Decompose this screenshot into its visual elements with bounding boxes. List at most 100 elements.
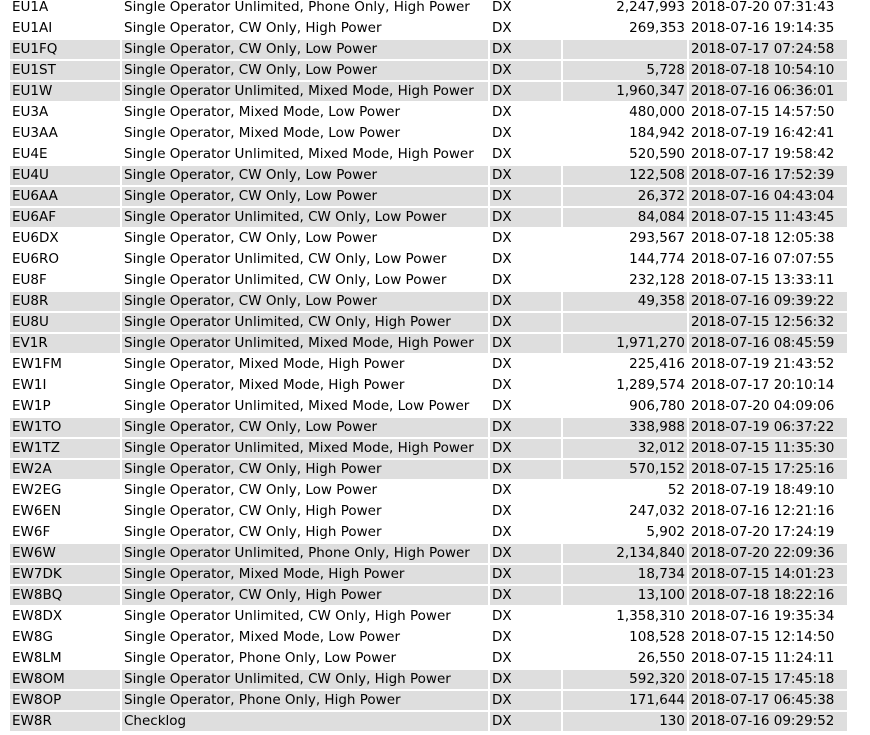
timestamp-cell: 2018-07-15 12:56:32 [689, 313, 847, 332]
score-cell: 1,971,270 [563, 334, 687, 353]
score-cell: 49,358 [563, 292, 687, 311]
score-cell: 52 [667, 482, 685, 498]
table-row: EU3A Single Operator, Mixed Mode, Low Pow… [10, 103, 847, 122]
callsign-cell: EW8OP [10, 691, 120, 710]
callsign-cell: EU3AA [12, 125, 58, 141]
category-cell: Single Operator, CW Only, High Power [122, 586, 488, 605]
category-cell: Single Operator, Mixed Mode, Low Power [124, 104, 400, 120]
score-cell: 225,416 [629, 356, 685, 372]
score-cell: 26,372 [563, 187, 687, 206]
log-table-body: EU1A Single Operator Unlimited, Phone Onl… [10, 0, 847, 731]
table-row: EU1A Single Operator Unlimited, Phone Onl… [10, 0, 847, 17]
table-row: EW8BQ Single Operator, CW Only, High Powe… [10, 586, 847, 605]
table-row: EW6F Single Operator, CW Only, High Power… [10, 523, 847, 542]
timestamp-cell: 2018-07-15 14:01:23 [689, 565, 847, 584]
score-cell: 108,528 [629, 629, 685, 645]
score-cell: 338,988 [563, 418, 687, 437]
timestamp-cell: 2018-07-18 12:05:38 [691, 230, 835, 246]
table-row: EU8U Single Operator Unlimited, CW Only, … [10, 313, 847, 332]
location-cell: DX [492, 230, 512, 246]
timestamp-cell: 2018-07-15 13:33:11 [691, 272, 835, 288]
table-row: EU4U Single Operator, CW Only, Low Power D… [10, 166, 847, 185]
table-row: EU6RO Single Operator Unlimited, CW Only,… [10, 250, 847, 269]
score-cell: 906,780 [629, 398, 685, 414]
callsign-cell: EW8R [10, 712, 120, 731]
callsign-cell: EW6EN [12, 503, 62, 519]
callsign-cell: EU1A [12, 0, 49, 15]
timestamp-cell: 2018-07-16 07:07:55 [691, 251, 835, 267]
timestamp-cell: 2018-07-16 19:14:35 [691, 20, 835, 36]
category-cell: Single Operator, CW Only, High Power [124, 503, 382, 519]
callsign-cell: EW1FM [12, 356, 62, 372]
timestamp-cell: 2018-07-15 14:57:50 [691, 104, 835, 120]
score-cell: 592,320 [563, 670, 687, 689]
table-row: EU6AA Single Operator, CW Only, Low Power… [10, 187, 847, 206]
category-cell: Single Operator Unlimited, CW Only, High… [122, 313, 488, 332]
timestamp-cell: 2018-07-19 06:37:22 [689, 418, 847, 437]
category-cell: Single Operator Unlimited, Mixed Mode, H… [122, 82, 488, 101]
callsign-cell: EW1TZ [10, 439, 120, 458]
table-row: EU3AA Single Operator, Mixed Mode, Low Po… [10, 124, 847, 143]
callsign-cell: EW1I [12, 377, 47, 393]
location-cell: DX [490, 187, 561, 206]
score-cell: 480,000 [629, 104, 685, 120]
score-cell [563, 40, 687, 59]
callsign-cell: EU1FQ [10, 40, 120, 59]
category-cell: Single Operator, CW Only, Low Power [122, 292, 488, 311]
score-cell [563, 313, 687, 332]
timestamp-cell: 2018-07-15 11:43:45 [689, 208, 847, 227]
table-row: EW1FM Single Operator, Mixed Mode, High P… [10, 355, 847, 374]
table-row: EW1P Single Operator Unlimited, Mixed Mod… [10, 397, 847, 416]
location-cell: DX [492, 398, 512, 414]
location-cell: DX [492, 272, 512, 288]
location-cell: DX [492, 503, 512, 519]
category-cell: Single Operator Unlimited, Mixed Mode, H… [122, 439, 488, 458]
table-row: EW7DK Single Operator, Mixed Mode, High P… [10, 565, 847, 584]
score-cell: 184,942 [629, 125, 685, 141]
score-cell: 232,128 [629, 272, 685, 288]
callsign-cell: EV1R [10, 334, 120, 353]
callsign-cell: EW2A [10, 460, 120, 479]
location-cell: DX [492, 608, 512, 624]
location-cell: DX [490, 712, 561, 731]
table-row: EW8LM Single Operator, Phone Only, Low Po… [10, 649, 847, 668]
location-cell: DX [490, 166, 561, 185]
category-cell: Single Operator, Mixed Mode, Low Power [124, 629, 400, 645]
timestamp-cell: 2018-07-16 04:43:04 [689, 187, 847, 206]
callsign-cell: EW8OM [10, 670, 120, 689]
score-cell: 269,353 [629, 20, 685, 36]
timestamp-cell: 2018-07-18 18:22:16 [689, 586, 847, 605]
location-cell: DX [492, 104, 512, 120]
location-cell: DX [490, 313, 561, 332]
timestamp-cell: 2018-07-16 09:29:52 [689, 712, 847, 731]
category-cell: Single Operator Unlimited, CW Only, Low … [122, 208, 488, 227]
category-cell: Single Operator, CW Only, Low Power [122, 418, 488, 437]
log-table: EU1A Single Operator Unlimited, Phone Onl… [8, 0, 849, 733]
category-cell: Single Operator, CW Only, Low Power [122, 40, 488, 59]
location-cell: DX [492, 650, 512, 666]
category-cell: Single Operator, Phone Only, High Power [122, 691, 488, 710]
score-cell: 130 [563, 712, 687, 731]
score-cell: 171,644 [563, 691, 687, 710]
table-row: EW8OM Single Operator Unlimited, CW Only,… [10, 670, 847, 689]
table-row: EW1TZ Single Operator Unlimited, Mixed Mo… [10, 439, 847, 458]
category-cell: Single Operator, Mixed Mode, Low Power [124, 125, 400, 141]
callsign-cell: EU4U [10, 166, 120, 185]
location-cell: DX [492, 0, 512, 15]
score-cell: 26,550 [637, 650, 685, 666]
table-row: EW2A Single Operator, CW Only, High Power… [10, 460, 847, 479]
timestamp-cell: 2018-07-15 11:35:30 [689, 439, 847, 458]
location-cell: DX [492, 482, 512, 498]
category-cell: Single Operator, CW Only, Low Power [124, 482, 378, 498]
callsign-cell: EU6DX [12, 230, 59, 246]
table-row: EU1ST Single Operator, CW Only, Low Power… [10, 61, 847, 80]
location-cell: DX [490, 586, 561, 605]
score-cell: 122,508 [563, 166, 687, 185]
timestamp-cell: 2018-07-17 20:10:14 [691, 377, 835, 393]
location-cell: DX [492, 356, 512, 372]
timestamp-cell: 2018-07-19 21:43:52 [691, 356, 835, 372]
table-row: EU8R Single Operator, CW Only, Low Power D… [10, 292, 847, 311]
timestamp-cell: 2018-07-20 04:09:06 [691, 398, 835, 414]
score-cell: 520,590 [629, 146, 685, 162]
timestamp-cell: 2018-07-16 06:36:01 [689, 82, 847, 101]
